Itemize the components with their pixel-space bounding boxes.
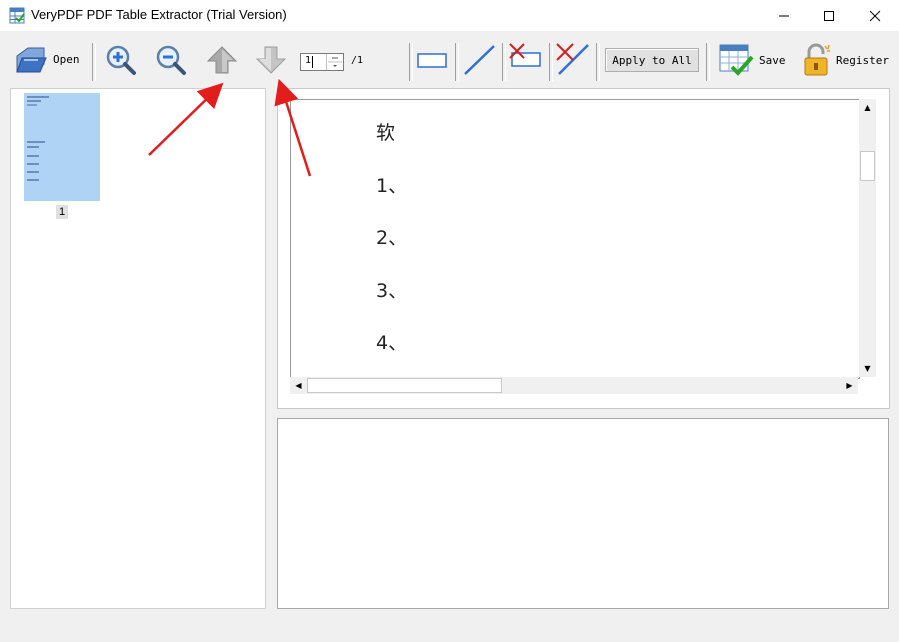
document-line: 2、	[376, 227, 408, 249]
document-line: 1、	[376, 175, 408, 197]
open-button[interactable]: Open	[14, 44, 80, 74]
page-number-value: 1	[305, 55, 312, 66]
register-label: Register	[836, 53, 889, 67]
zoom-out-icon	[156, 45, 186, 75]
apply-to-all-button[interactable]: Apply to All	[605, 48, 699, 72]
next-page-button[interactable]	[255, 44, 287, 76]
delete-line-button[interactable]	[555, 42, 591, 76]
scroll-down-arrow[interactable]: ▼	[859, 360, 876, 377]
document-line: 软	[376, 122, 396, 144]
maximize-button[interactable]	[806, 0, 852, 31]
toolbar-separator	[502, 43, 506, 81]
title-bar: VeryPDF PDF Table Extractor (Trial Versi…	[0, 0, 899, 31]
horizontal-scroll-thumb[interactable]	[307, 378, 502, 393]
open-label: Open	[53, 52, 80, 66]
maximize-icon	[824, 10, 834, 21]
open-folder-icon	[16, 47, 47, 73]
save-button[interactable]: Save	[718, 43, 786, 77]
app-icon	[9, 7, 25, 24]
minimize-icon	[779, 15, 789, 16]
vertical-scrollbar[interactable]: ▲ ▼	[859, 99, 876, 377]
zoom-out-button[interactable]	[154, 44, 188, 76]
thumbnail-panel: 1	[10, 88, 266, 609]
close-button[interactable]	[852, 0, 898, 31]
page-total: /1	[351, 55, 364, 66]
draw-line-icon	[464, 45, 495, 75]
vertical-scroll-thumb[interactable]	[860, 151, 875, 181]
horizontal-scrollbar[interactable]: ◀ ▶	[290, 377, 858, 394]
toolbar-separator	[706, 43, 710, 81]
draw-rectangle-button[interactable]	[416, 48, 450, 72]
close-icon	[869, 10, 881, 21]
apply-to-all-label: Apply to All	[612, 53, 692, 67]
toolbar-separator	[92, 43, 96, 81]
output-panel	[277, 418, 889, 609]
save-label: Save	[759, 53, 786, 67]
scroll-right-arrow[interactable]: ▶	[841, 377, 858, 394]
delete-rectangle-button[interactable]	[508, 42, 544, 70]
register-button[interactable]: Register	[801, 43, 889, 77]
scroll-up-arrow[interactable]: ▲	[859, 99, 876, 116]
draw-line-button[interactable]	[462, 44, 496, 76]
draw-rectangle-icon	[417, 53, 447, 68]
zoom-in-button[interactable]	[104, 44, 138, 76]
next-page-icon	[255, 46, 287, 74]
zoom-in-icon	[106, 45, 136, 75]
register-lock-icon	[804, 43, 830, 76]
document-viewer: 软 1、 2、 3、 4、 ▲ ▼ ◀ ▶	[277, 88, 890, 409]
toolbar-separator	[409, 43, 413, 81]
text-caret	[312, 56, 313, 68]
scroll-left-arrow[interactable]: ◀	[290, 377, 307, 394]
delete-line-icon	[556, 43, 589, 75]
page-spinner[interactable]	[326, 54, 343, 70]
save-table-icon	[719, 44, 754, 76]
document-page[interactable]: 软 1、 2、 3、 4、	[290, 99, 860, 379]
minimize-button[interactable]	[761, 0, 807, 31]
document-line: 4、	[376, 332, 408, 354]
status-bar	[0, 612, 899, 642]
page-thumbnail[interactable]	[24, 93, 100, 201]
thumbnail-page-number: 1	[56, 205, 68, 219]
thumbnail-preview	[27, 96, 49, 181]
delete-rectangle-icon	[509, 43, 541, 67]
toolbar-separator	[549, 43, 553, 81]
page-number-input[interactable]: 1	[300, 53, 344, 71]
toolbar-separator	[596, 43, 600, 81]
toolbar-separator	[455, 43, 459, 81]
spinner-arrows-icon	[328, 57, 342, 67]
previous-page-button[interactable]	[206, 44, 238, 76]
previous-page-icon	[206, 46, 238, 74]
window-title: VeryPDF PDF Table Extractor (Trial Versi…	[31, 7, 287, 22]
document-line: 3、	[376, 280, 408, 302]
